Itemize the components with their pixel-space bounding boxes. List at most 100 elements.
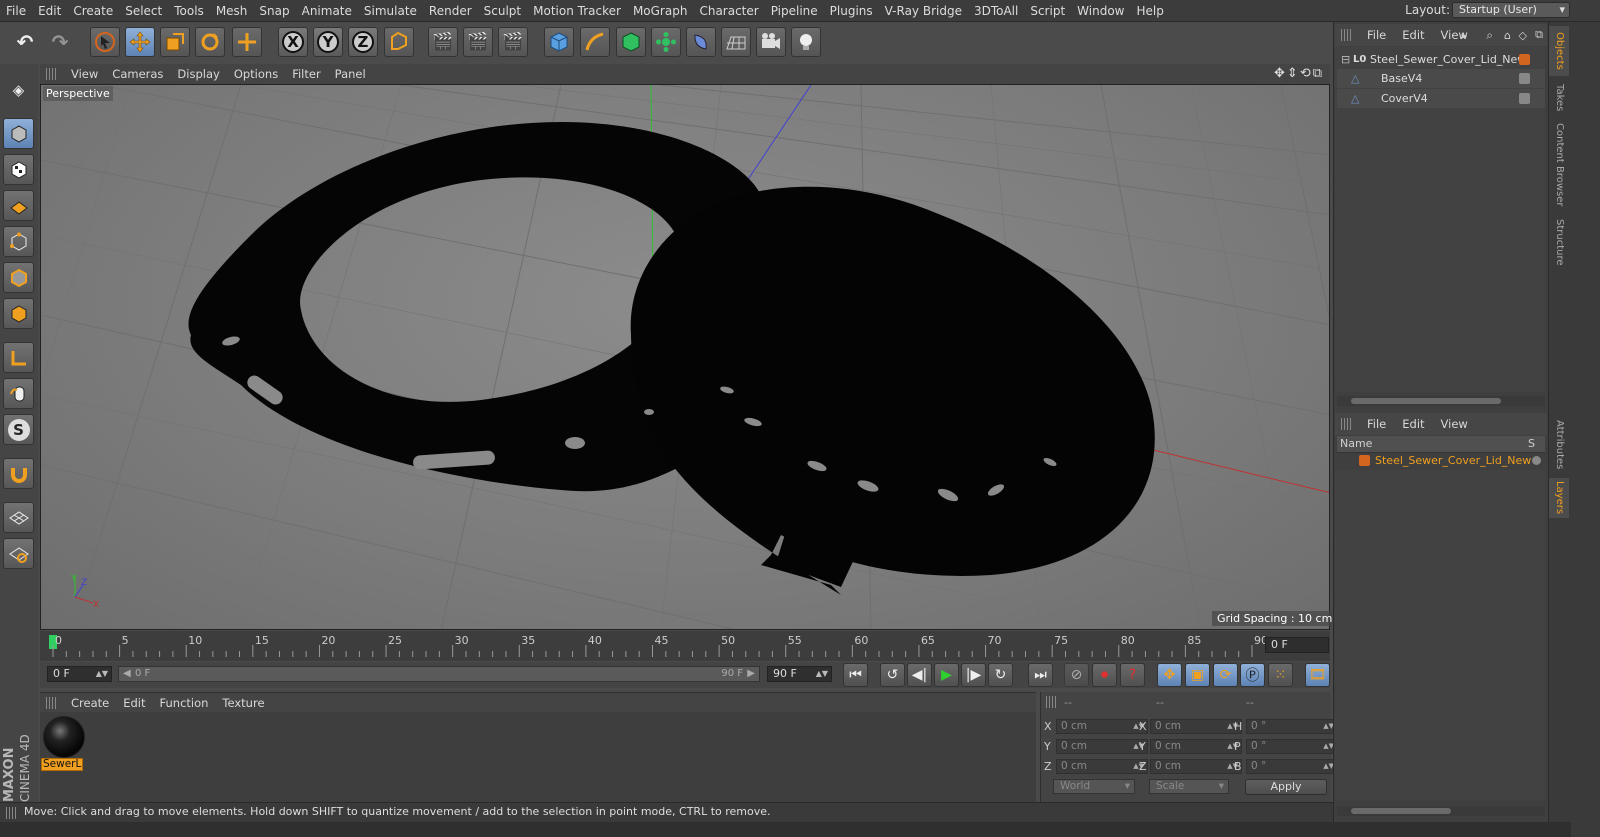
material-menu-create[interactable]: Create <box>64 696 116 710</box>
end-frame-field[interactable]: 90 F ▲▼ <box>767 666 832 682</box>
go-to-end-icon[interactable]: ⏭ <box>1028 663 1053 687</box>
tab-structure[interactable]: Structure <box>1549 214 1569 270</box>
record-rotation-icon[interactable]: ⟳ <box>1213 663 1238 687</box>
go-to-previous-frame-icon[interactable]: ◀| <box>907 663 932 687</box>
object-menu-edit[interactable]: Edit <box>1394 28 1432 42</box>
visibility-tag[interactable] <box>1519 93 1530 104</box>
redo-icon[interactable]: ↷ <box>45 27 75 57</box>
live-selection-icon[interactable] <box>232 27 262 57</box>
tab-layers[interactable]: Layers <box>1549 478 1569 518</box>
render-view-icon[interactable]: 🎬 <box>428 27 458 57</box>
menu-plugins[interactable]: Plugins <box>824 4 879 18</box>
visibility-tag[interactable] <box>1519 73 1530 84</box>
light-icon[interactable] <box>791 27 821 57</box>
coord-field[interactable]: 0 cm ▲▼ <box>1150 719 1242 734</box>
size-mode-select[interactable]: Scale ▾ <box>1149 779 1229 794</box>
edges-mode-icon[interactable] <box>3 262 34 293</box>
menu-tools[interactable]: Tools <box>168 4 210 18</box>
locked-workplane-icon[interactable] <box>3 502 34 533</box>
menu-snap[interactable]: Snap <box>253 4 295 18</box>
record-parameter-icon[interactable]: Ⓟ <box>1240 663 1265 687</box>
cube-primitive-icon[interactable] <box>544 27 574 57</box>
menu-render[interactable]: Render <box>423 4 478 18</box>
material-name[interactable]: SewerLi <box>41 758 83 771</box>
coordinate-mode-select[interactable]: World ▾ <box>1053 779 1135 794</box>
layer-menu-edit[interactable]: Edit <box>1394 417 1432 431</box>
coord-field[interactable]: 0 cm ▲▼ <box>1150 739 1242 754</box>
layer-color-tag[interactable] <box>1519 54 1530 65</box>
subdivision-surface-icon[interactable] <box>616 27 646 57</box>
workplane-mode-icon[interactable] <box>3 190 34 221</box>
menu-motion-tracker[interactable]: Motion Tracker <box>527 4 627 18</box>
go-to-next-frame-icon[interactable]: |▶ <box>961 663 986 687</box>
coord-field[interactable]: 0 cm ▲▼ <box>1056 739 1148 754</box>
points-mode-icon[interactable] <box>3 226 34 257</box>
layer-menu-view[interactable]: View <box>1433 417 1476 431</box>
menu-character[interactable]: Character <box>693 4 764 18</box>
coord-field[interactable]: 0 cm ▲▼ <box>1150 759 1242 774</box>
coord-field[interactable]: 0 ° ▲▼ <box>1246 759 1338 774</box>
coord-field[interactable]: 0 ° ▲▼ <box>1246 719 1338 734</box>
cloner-icon[interactable] <box>651 27 681 57</box>
menu-window[interactable]: Window <box>1071 4 1130 18</box>
viewport-menu-view[interactable]: View <box>64 67 105 81</box>
polygons-mode-icon[interactable] <box>3 298 34 329</box>
viewport-menu-display[interactable]: Display <box>170 67 226 81</box>
move-tool-icon[interactable] <box>125 27 155 57</box>
viewport-navigation-icons[interactable]: ✥⇕⟲⧉ <box>1274 66 1324 81</box>
record-position-icon[interactable]: ✥ <box>1157 663 1182 687</box>
tab-objects[interactable]: Objects <box>1549 26 1569 76</box>
model-mode-icon[interactable] <box>3 118 34 149</box>
frame-range-slider[interactable]: ◀ 0 F 90 F ▶ <box>118 666 760 682</box>
apply-button[interactable]: Apply <box>1245 779 1327 795</box>
z-axis-lock-icon[interactable]: Z <box>348 27 378 57</box>
menu-animate[interactable]: Animate <box>296 4 358 18</box>
material-menu-function[interactable]: Function <box>153 696 216 710</box>
magnet-icon[interactable] <box>3 458 34 489</box>
tab-content-browser[interactable]: Content Browser <box>1549 120 1569 210</box>
autokeying-icon[interactable]: ⏺ <box>1092 663 1117 687</box>
menu-file[interactable]: File <box>0 4 32 18</box>
coord-field[interactable]: 0 ° ▲▼ <box>1246 739 1338 754</box>
material-menu-texture[interactable]: Texture <box>215 696 271 710</box>
material-menu-edit[interactable]: Edit <box>116 696 152 710</box>
scrollbar-thumb[interactable] <box>1351 808 1451 814</box>
pen-spline-icon[interactable] <box>580 27 610 57</box>
go-to-next-key-icon[interactable]: ↻ <box>988 663 1013 687</box>
play-forward-icon[interactable]: ▶ <box>934 663 959 687</box>
menu-script[interactable]: Script <box>1024 4 1071 18</box>
make-editable-icon[interactable]: ◈ <box>3 74 34 105</box>
tab-attributes[interactable]: Attributes <box>1549 415 1569 475</box>
object-menu-view[interactable]: View <box>1433 28 1476 42</box>
x-axis-lock-icon[interactable]: X <box>278 27 308 57</box>
record-active-objects-icon[interactable]: ⊘ <box>1064 663 1089 687</box>
menu-sculpt[interactable]: Sculpt <box>478 4 527 18</box>
menu-pipeline[interactable]: Pipeline <box>765 4 824 18</box>
current-frame-field[interactable]: 0 F <box>1265 637 1329 653</box>
go-to-start-icon[interactable]: ⏮ <box>843 663 868 687</box>
collapse-icon[interactable]: ⊟ <box>1341 50 1350 69</box>
perspective-viewport[interactable]: Y Z X <box>40 84 1330 630</box>
object-manager-scrollbar[interactable] <box>1337 396 1545 406</box>
start-frame-field[interactable]: 0 F ▲▼ <box>47 666 112 682</box>
navigate-back-icon[interactable]: ◇ <box>1519 29 1527 42</box>
axis-mode-icon[interactable] <box>3 342 34 373</box>
home-icon[interactable]: ⌂ <box>1504 29 1511 42</box>
menu-select[interactable]: Select <box>119 4 168 18</box>
y-axis-lock-icon[interactable]: Y <box>313 27 343 57</box>
layer-menu-file[interactable]: File <box>1359 417 1394 431</box>
keyframe-selection-icon[interactable]: ? <box>1120 663 1145 687</box>
range-left-arrow-icon[interactable]: ◀ <box>123 667 131 681</box>
menu-create[interactable]: Create <box>67 4 119 18</box>
layer-manager-scrollbar[interactable] <box>1337 806 1545 816</box>
planar-workplane-icon[interactable] <box>3 538 34 569</box>
timeline-window-icon[interactable]: 🎞 <box>1305 663 1330 687</box>
menu-v-ray-bridge[interactable]: V-Ray Bridge <box>879 4 968 18</box>
record-scale-icon[interactable]: ▣ <box>1185 663 1210 687</box>
tab-takes[interactable]: Takes <box>1549 80 1569 116</box>
menu-help[interactable]: Help <box>1130 4 1169 18</box>
viewport-menu-cameras[interactable]: Cameras <box>105 67 170 81</box>
menu-arrow-icon[interactable]: ▸ <box>1461 29 1467 42</box>
menu-mesh[interactable]: Mesh <box>210 4 254 18</box>
rotate-tool-icon[interactable] <box>195 27 225 57</box>
